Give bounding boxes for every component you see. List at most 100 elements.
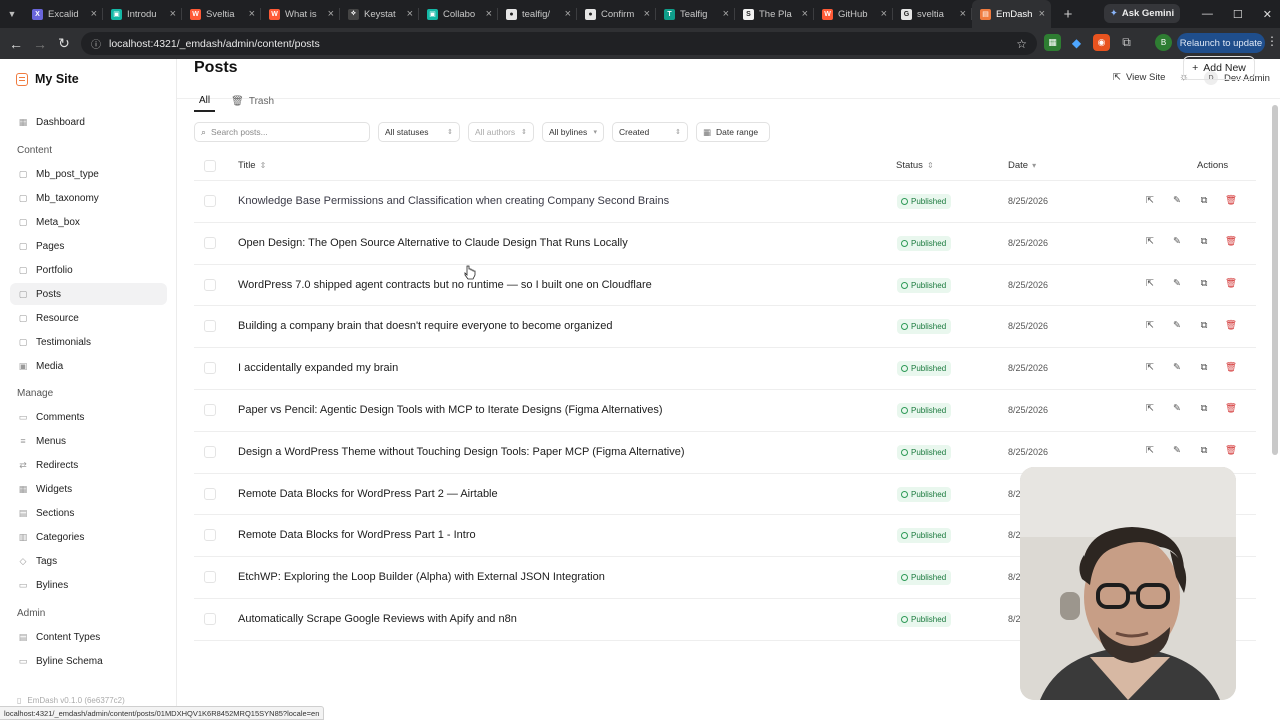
tab-close-icon[interactable]: × [328, 8, 334, 20]
row-checkbox[interactable] [204, 278, 216, 291]
collapse-sidebar-icon[interactable]: ▯ [17, 696, 21, 705]
edit-pencil-icon[interactable]: ✎ [1171, 194, 1183, 206]
browser-tab[interactable]: W What is × [261, 0, 340, 28]
row-checkbox[interactable] [204, 571, 216, 584]
tab-close-icon[interactable]: × [960, 8, 966, 20]
open-external-icon[interactable]: ⇱ [1144, 403, 1156, 415]
search-field[interactable]: ⌕ [194, 122, 370, 142]
row-checkbox[interactable] [204, 195, 216, 207]
delete-trash-icon[interactable]: 🗑︎ [1225, 194, 1237, 206]
new-tab-button[interactable]: + [1057, 6, 1079, 23]
tab-trash[interactable]: 🗑︎ Trash [231, 90, 274, 112]
column-date[interactable]: Date ▾ [1008, 160, 1036, 171]
delete-trash-icon[interactable]: 🗑︎ [1225, 403, 1237, 415]
sidebar-item-sections[interactable]: ▤ Sections [10, 502, 167, 524]
sidebar-item-pages[interactable]: ▢ Pages [10, 235, 167, 257]
profile-avatar[interactable]: B [1155, 34, 1172, 51]
tab-close-icon[interactable]: × [802, 8, 808, 20]
row-checkbox[interactable] [204, 362, 216, 375]
add-new-button[interactable]: + Add New [1183, 56, 1255, 80]
delete-trash-icon[interactable]: 🗑︎ [1225, 278, 1237, 290]
duplicate-icon[interactable]: ⧉ [1198, 278, 1210, 290]
open-external-icon[interactable]: ⇱ [1144, 194, 1156, 206]
sort-select[interactable]: Created ⇕ [612, 122, 688, 142]
browser-tab[interactable]: ● tealfig/ × [498, 0, 577, 28]
post-title-link[interactable]: Building a company brain that doesn't re… [238, 320, 613, 332]
row-checkbox[interactable] [204, 403, 216, 416]
browser-tab[interactable]: Gsveltia × [893, 0, 972, 28]
sidebar-item-posts[interactable]: ▢ Posts [10, 283, 167, 305]
browser-tab[interactable]: ⟡ Keystat × [340, 0, 419, 28]
edit-pencil-icon[interactable]: ✎ [1171, 278, 1183, 290]
sidebar-item-mb-taxonomy[interactable]: ▢ Mb_taxonomy [10, 187, 167, 209]
edit-pencil-icon[interactable]: ✎ [1171, 403, 1183, 415]
tab-close-icon[interactable]: × [249, 8, 255, 20]
open-external-icon[interactable]: ⇱ [1144, 361, 1156, 373]
sidebar-item-content-types[interactable]: ▤ Content Types [10, 626, 167, 648]
duplicate-icon[interactable]: ⧉ [1198, 319, 1210, 331]
post-title-link[interactable]: I accidentally expanded my brain [238, 362, 398, 374]
bookmark-star-icon[interactable]: ☆ [1016, 37, 1027, 51]
browser-tab[interactable]: ▤ EmDash × [972, 0, 1051, 28]
tab-close-icon[interactable]: × [881, 8, 887, 20]
page-scrollbar[interactable] [1272, 105, 1278, 455]
sidebar-item-byline-schema[interactable]: ▭ Byline Schema [10, 650, 167, 672]
row-checkbox[interactable] [204, 320, 216, 333]
byline-filter[interactable]: All bylines ▾ [542, 122, 604, 142]
open-external-icon[interactable]: ⇱ [1144, 278, 1156, 290]
browser-tab[interactable]: ▣ Introdu × [103, 0, 182, 28]
duplicate-icon[interactable]: ⧉ [1198, 403, 1210, 415]
delete-trash-icon[interactable]: 🗑︎ [1225, 236, 1237, 248]
table-row[interactable]: I accidentally expanded my brain Publishe… [194, 348, 1256, 390]
column-status[interactable]: Status ⇕ [896, 160, 934, 171]
sidebar-item-testimonials[interactable]: ▢ Testimonials [10, 331, 167, 353]
table-row[interactable]: Paper vs Pencil: Agentic Design Tools wi… [194, 390, 1256, 432]
sidebar-item-dashboard[interactable]: ▦ Dashboard [10, 111, 167, 133]
date-range-button[interactable]: ▦ Date range [696, 122, 770, 142]
reload-icon[interactable]: ↻ [52, 35, 76, 52]
post-title-link[interactable]: Remote Data Blocks for WordPress Part 1 … [238, 529, 476, 541]
address-bar[interactable]: ⓘ localhost:4321/_emdash/admin/content/p… [81, 32, 1037, 55]
edit-pencil-icon[interactable]: ✎ [1171, 236, 1183, 248]
minimize-icon[interactable]: — [1202, 8, 1213, 20]
delete-trash-icon[interactable]: 🗑︎ [1225, 319, 1237, 331]
sidebar-item-categories[interactable]: ▥ Categories [10, 526, 167, 548]
sidebar-item-menus[interactable]: ≡ Menus [10, 430, 167, 452]
post-title-link[interactable]: Remote Data Blocks for WordPress Part 2 … [238, 488, 498, 500]
sidebar-item-resource[interactable]: ▢ Resource [10, 307, 167, 329]
table-row[interactable]: Knowledge Base Permissions and Classific… [194, 181, 1256, 223]
tab-close-icon[interactable]: × [486, 8, 492, 20]
browser-tab[interactable]: ● Confirm × [577, 0, 656, 28]
open-external-icon[interactable]: ⇱ [1144, 236, 1156, 248]
forward-icon[interactable]: → [28, 36, 52, 52]
post-title-link[interactable]: Open Design: The Open Source Alternative… [238, 237, 628, 249]
site-info-icon[interactable]: ⓘ [91, 36, 101, 51]
ask-gemini-button[interactable]: ✦ Ask Gemini [1104, 4, 1180, 23]
browser-tab[interactable]: X Excalid × [24, 0, 103, 28]
row-checkbox[interactable] [204, 445, 216, 458]
extension-icon[interactable]: ◆ [1068, 34, 1085, 51]
delete-trash-icon[interactable]: 🗑︎ [1225, 445, 1237, 457]
table-row[interactable]: WordPress 7.0 shipped agent contracts bu… [194, 265, 1256, 307]
row-checkbox[interactable] [204, 529, 216, 542]
sidebar-item-tags[interactable]: ◇ Tags [10, 550, 167, 572]
row-checkbox[interactable] [204, 236, 216, 249]
browser-tab[interactable]: W Sveltia × [182, 0, 261, 28]
edit-pencil-icon[interactable]: ✎ [1171, 445, 1183, 457]
brand[interactable]: My Site [16, 72, 79, 86]
sidebar-item-meta-box[interactable]: ▢ Meta_box [10, 211, 167, 233]
search-input[interactable] [211, 127, 362, 137]
edit-pencil-icon[interactable]: ✎ [1171, 319, 1183, 331]
table-row[interactable]: Open Design: The Open Source Alternative… [194, 223, 1256, 265]
tab-close-icon[interactable]: × [1039, 8, 1045, 20]
table-row[interactable]: Building a company brain that doesn't re… [194, 306, 1256, 349]
sidebar-item-redirects[interactable]: ⇄ Redirects [10, 454, 167, 476]
post-title-link[interactable]: Paper vs Pencil: Agentic Design Tools wi… [238, 404, 663, 416]
tab-close-icon[interactable]: × [723, 8, 729, 20]
column-title[interactable]: Title ⇕ [238, 160, 266, 171]
extension-icon[interactable]: ▦ [1044, 34, 1061, 51]
duplicate-icon[interactable]: ⧉ [1198, 445, 1210, 457]
row-checkbox[interactable] [204, 612, 216, 625]
status-filter[interactable]: All statuses ⇕ [378, 122, 460, 142]
close-window-icon[interactable]: ✕ [1263, 8, 1272, 21]
